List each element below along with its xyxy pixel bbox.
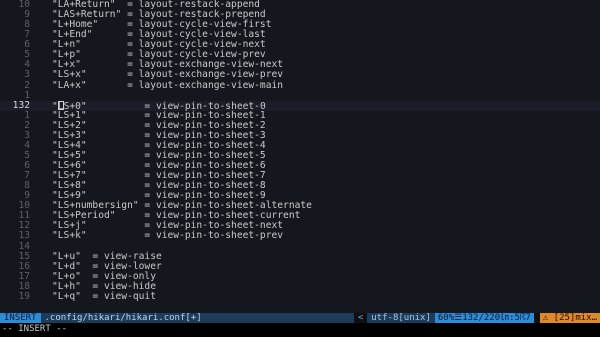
line-text: "LS+k" = view-pin-to-sheet-prev [52, 230, 284, 242]
code-line[interactable]: 3 "LS+x" = layout-exchange-view-prev [0, 70, 600, 80]
status-bar: INSERT .config/hikari/hikari.conf[+] < u… [0, 313, 600, 323]
text-cursor [57, 100, 64, 110]
mode-indicator: INSERT [0, 313, 41, 323]
line-text: "L+q" = view-quit [52, 290, 156, 302]
line-number: 3 [24, 69, 30, 81]
file-path: .config/hikari/hikari.conf[+] [40, 313, 354, 323]
cursor-position: 60%☰132/220㏑:5☈7 [434, 313, 534, 323]
line-number: 13 [18, 230, 30, 242]
code-line[interactable]: 2 "LA+x" = layout-exchange-view-main [0, 79, 600, 91]
line-number: 19 [18, 290, 30, 302]
warning-indicator[interactable]: ⚠ [25]mix… [539, 313, 600, 323]
separator-icon: < [357, 313, 364, 323]
file-encoding: utf-8[unix] [367, 313, 435, 323]
command-line[interactable]: -- INSERT -- [0, 323, 600, 337]
line-text: "LS+x" = layout-exchange-view-prev [52, 69, 284, 81]
code-line[interactable]: 19 "L+q" = view-quit [0, 290, 600, 302]
code-line[interactable]: 13 "LS+k" = view-pin-to-sheet-prev [0, 231, 600, 241]
code-line[interactable]: 1 [0, 90, 600, 101]
line-text: "LA+x" = layout-exchange-view-main [52, 79, 284, 91]
editor-pane[interactable]: 10 "LA+Return" = layout-restack-append 9 "L… [0, 0, 600, 313]
